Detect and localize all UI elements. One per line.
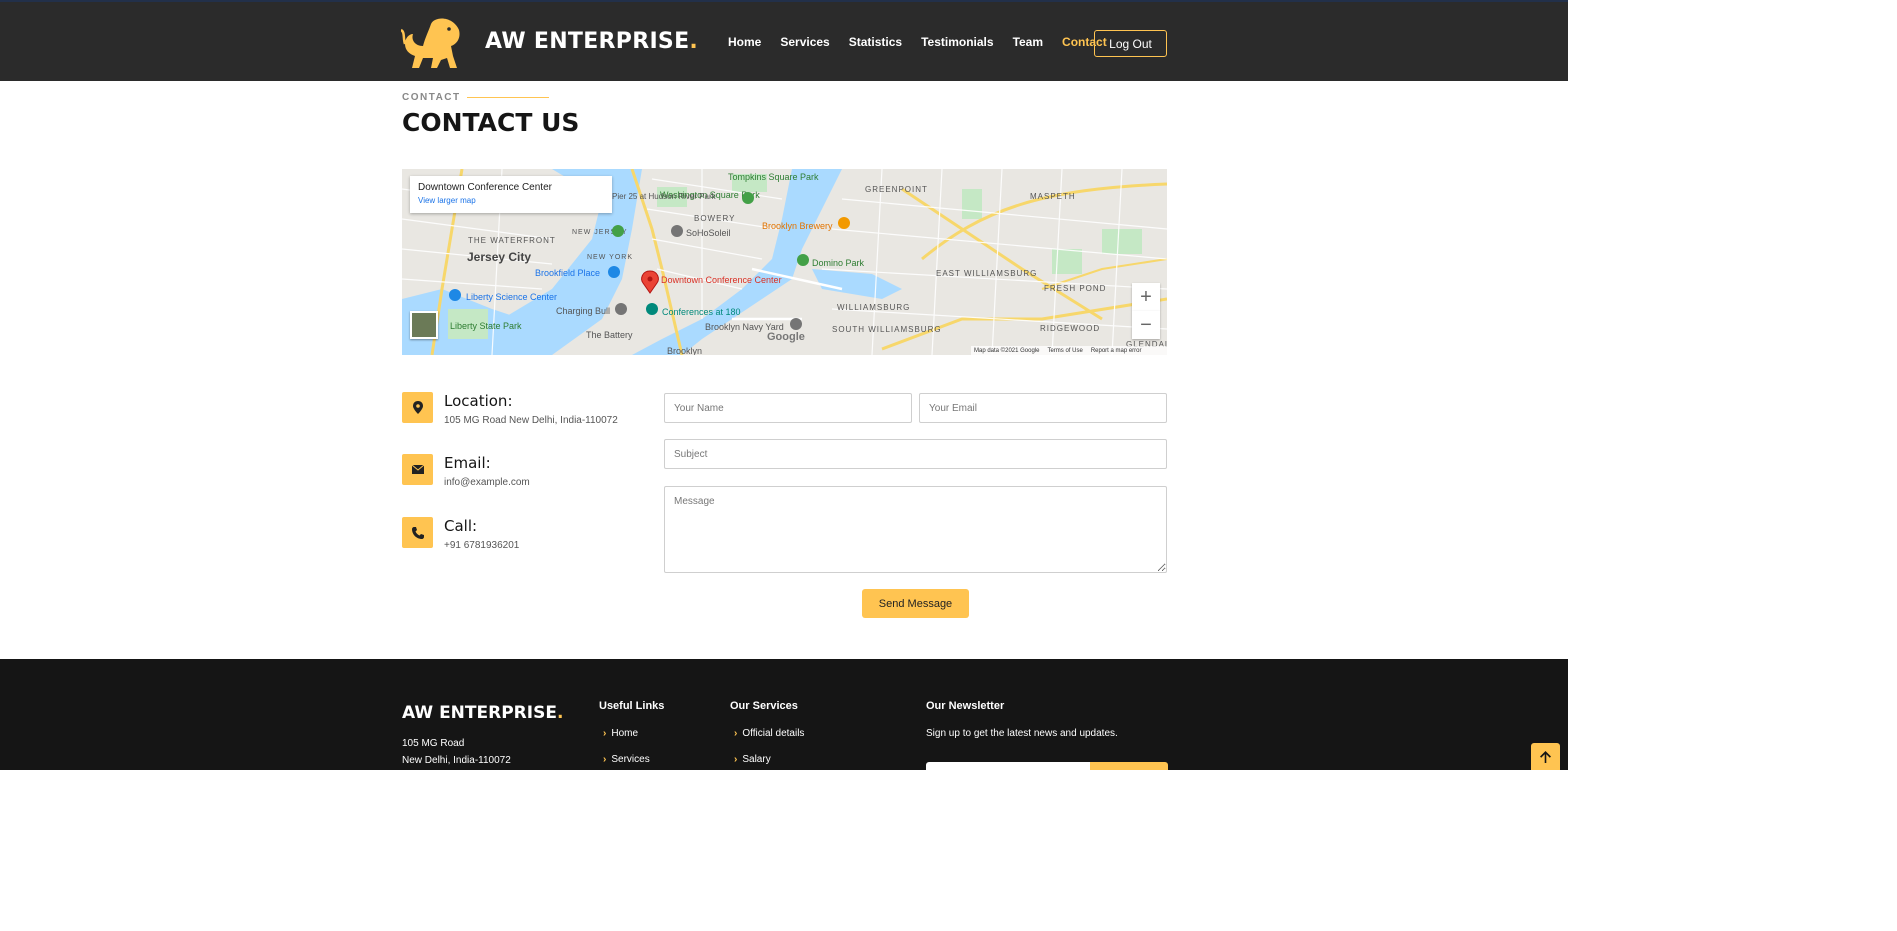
name-input[interactable] [664,393,912,423]
brand-name[interactable]: AW ENTERPRISE. [485,29,698,54]
map-label-sohosoleil: SoHoSoleil [686,228,731,238]
location-value: 105 MG Road New Delhi, India-110072 [444,415,618,426]
nav-statistics[interactable]: Statistics [849,35,902,49]
nav-team[interactable]: Team [1013,35,1043,49]
nav-services[interactable]: Services [780,35,829,49]
map-label-jersey-city: Jersey City [467,250,531,264]
send-message-button[interactable]: Send Message [862,589,969,618]
email-title: Email: [444,454,491,472]
map-label-battery: The Battery [586,330,633,340]
call-title: Call: [444,517,478,535]
newsletter-title: Our Newsletter [926,700,1005,712]
main-nav: Home Services Statistics Testimonials Te… [728,35,1126,49]
chevron-right-icon: › [734,754,738,765]
map-footer: Map data ©2021 Google Terms of Use Repor… [971,346,1167,355]
chevron-right-icon: › [603,728,607,739]
phone-icon [402,517,433,548]
newsletter-subscribe-button[interactable] [1090,762,1168,770]
call-value: +91 6781936201 [444,540,520,551]
subject-input[interactable] [664,439,1167,469]
map-label-liberty-center: Liberty Science Center [466,292,557,302]
back-to-top-button[interactable] [1531,743,1560,770]
nav-home[interactable]: Home [728,35,761,49]
map-label-brookfield: Brookfield Place [535,268,600,278]
map-data-credit: Map data ©2021 Google [974,347,1040,354]
google-logo: Google [767,331,805,343]
logout-button[interactable]: Log Out [1094,30,1167,57]
footer-address-line1: 105 MG Road [402,738,465,749]
map-label-brooklyn: Brooklyn [667,346,702,355]
map-label-maspeth: MASPETH [1030,192,1076,201]
map-place-card: Downtown Conference Center View larger m… [410,176,612,213]
map-label-conferences: Conferences at 180 [662,307,741,317]
newsletter-email-input[interactable] [926,762,1090,770]
map-label-waterfront: THE WATERFRONT [468,236,556,245]
zoom-out-button[interactable]: − [1132,311,1160,339]
map-label-williamsburg: WILLIAMSBURG [837,303,910,312]
email-value: info@example.com [444,477,530,488]
map-label-east-williamsburg: EAST WILLIAMSBURG [936,269,1037,278]
map-terms-link[interactable]: Terms of Use [1047,348,1082,354]
newsletter-text: Sign up to get the latest news and updat… [926,728,1118,739]
footer-service-salary[interactable]: › Salary [734,754,771,765]
map-report-link[interactable]: Report a map error [1091,348,1142,354]
footer-link-services[interactable]: › Services [603,754,650,765]
lion-logo-icon[interactable] [401,16,463,70]
map-label-south-williamsburg: SOUTH WILLIAMSBURG [832,325,942,334]
map-place-title: Downtown Conference Center [418,182,552,193]
footer-service-official-details[interactable]: › Official details [734,728,804,739]
useful-links-title: Useful Links [599,700,665,712]
map-label-pier25: Pier 25 at Hudson River Park [612,192,717,201]
map-label-ridgewood: RIDGEWOOD [1040,324,1100,333]
map-label-liberty-park: Liberty State Park [450,321,522,331]
zoom-in-button[interactable]: + [1132,283,1160,311]
map-label-domino-park: Domino Park [812,258,865,268]
section-label-line [467,97,549,98]
footer-brand: AW ENTERPRISE. [402,703,564,723]
arrow-up-icon [1540,750,1551,763]
map-label-fresh-pond: FRESH POND [1044,284,1106,293]
email-input[interactable] [919,393,1167,423]
satellite-toggle[interactable] [410,311,438,339]
chevron-right-icon: › [603,754,607,765]
embedded-map[interactable]: Jersey City THE WATERFRONT Brookfield Pl… [402,169,1167,355]
footer-address-line2: New Delhi, India-110072 [402,755,511,766]
footer-link-home[interactable]: › Home [603,728,638,739]
map-label-bowery: BOWERY [694,214,735,223]
chevron-right-icon: › [734,728,738,739]
section-label: CONTACT [402,92,461,103]
site-footer [0,659,1568,770]
map-label-tompkins: Tompkins Square Park [728,172,819,182]
map-label-greenpoint: GREENPOINT [865,185,928,194]
view-larger-map-link[interactable]: View larger map [418,196,604,205]
envelope-icon [402,454,433,485]
page-title: CONTACT US [402,108,580,137]
map-label-new-york: NEW YORK [587,254,633,261]
map-label-downtown: Downtown Conference Center [661,275,782,285]
location-title: Location: [444,392,513,410]
site-header: AW ENTERPRISE. Home Services Statistics … [0,0,1568,81]
nav-testimonials[interactable]: Testimonials [921,35,993,49]
map-label-brooklyn-brewery: Brooklyn Brewery [762,221,833,231]
message-textarea[interactable] [664,486,1167,573]
location-pin-icon [402,392,433,423]
map-label-charging-bull: Charging Bull [556,306,610,316]
our-services-title: Our Services [730,700,798,712]
